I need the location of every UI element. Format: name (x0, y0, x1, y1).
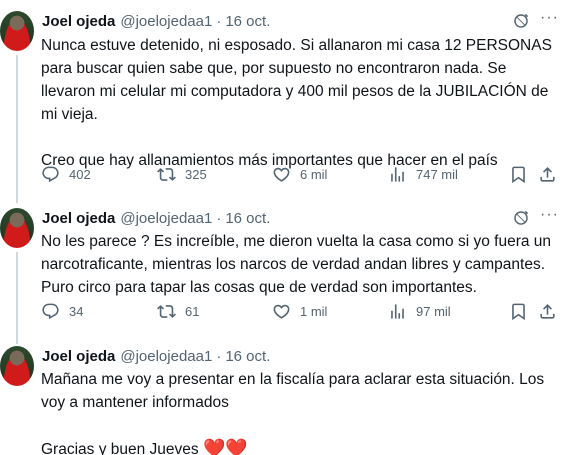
like-button[interactable]: 6 mil (272, 165, 327, 184)
heart-emoji: ❤️❤️ (202, 438, 248, 455)
views-icon (388, 165, 407, 184)
tweet-header: Joel ojeda @joelojedaa1 · 16 oct. (42, 346, 270, 366)
bookmark-button[interactable] (509, 165, 528, 184)
retweet-button[interactable]: 325 (157, 165, 207, 184)
share-icon (538, 302, 557, 321)
heart-icon (272, 165, 291, 184)
avatar[interactable] (0, 346, 34, 386)
views-button[interactable]: 747 mil (388, 165, 458, 184)
more-icon[interactable]: ··· (540, 207, 558, 226)
more-icon[interactable]: ··· (540, 10, 558, 29)
separator-dot: · (216, 209, 222, 227)
author-handle[interactable]: @joelojedaa1 (120, 13, 212, 30)
views-icon (388, 302, 407, 321)
views-button[interactable]: 97 mil (388, 302, 451, 321)
tweet-date[interactable]: 16 oct. (225, 13, 270, 30)
tweet-text: No les parece ? Es increíble, me dieron … (41, 230, 553, 299)
tweet-paragraph: Gracias y buen Jueves ❤️❤️ (41, 437, 553, 455)
tweet-header: Joel ojeda @joelojedaa1 · 16 oct. (42, 11, 270, 31)
grok-icon[interactable] (512, 12, 530, 30)
share-button[interactable] (538, 302, 557, 321)
grok-icon[interactable] (512, 209, 530, 227)
reply-count: 34 (69, 304, 84, 319)
views-count: 97 mil (416, 304, 451, 319)
tweet[interactable]: Joel ojeda @joelojedaa1 · 16 oct. ··· No… (0, 200, 572, 344)
reply-count: 402 (69, 167, 91, 182)
share-icon (538, 165, 557, 184)
author-handle[interactable]: @joelojedaa1 (120, 210, 212, 227)
thread-line (16, 252, 18, 344)
author-name[interactable]: Joel ojeda (42, 13, 115, 30)
avatar[interactable] (0, 11, 34, 51)
tweet-text: Mañana me voy a presentar en la fiscalía… (41, 368, 553, 455)
tweet-paragraph: Mañana me voy a presentar en la fiscalía… (41, 371, 545, 411)
bookmark-button[interactable] (509, 302, 528, 321)
retweet-icon (157, 165, 176, 184)
tweet-paragraph: Nunca estuve detenido, ni esposado. Si a… (41, 37, 552, 123)
author-handle[interactable]: @joelojedaa1 (120, 348, 212, 365)
heart-icon (272, 302, 291, 321)
closing-text: Gracias y buen Jueves (41, 441, 199, 455)
author-name[interactable]: Joel ojeda (42, 348, 115, 365)
separator-dot: · (216, 12, 222, 30)
tweet-paragraph: No les parece ? Es increíble, me dieron … (41, 233, 552, 296)
like-button[interactable]: 1 mil (272, 302, 327, 321)
reply-button[interactable]: 402 (41, 165, 91, 184)
bookmark-icon (509, 302, 528, 321)
tweet-date[interactable]: 16 oct. (225, 348, 270, 365)
like-count: 1 mil (300, 304, 328, 319)
views-count: 747 mil (416, 167, 458, 182)
retweet-count: 61 (185, 304, 200, 319)
author-name[interactable]: Joel ojeda (42, 210, 115, 227)
retweet-button[interactable]: 61 (157, 302, 199, 321)
tweet-text: Nunca estuve detenido, ni esposado. Si a… (41, 34, 553, 172)
tweet[interactable]: Joel ojeda @joelojedaa1 · 16 oct. Mañana… (0, 340, 572, 455)
avatar[interactable] (0, 208, 34, 248)
action-bar: 402 325 6 mil 747 mil (41, 165, 561, 185)
retweet-icon (157, 302, 176, 321)
tweet-header: Joel ojeda @joelojedaa1 · 16 oct. (42, 208, 270, 228)
like-count: 6 mil (300, 167, 328, 182)
separator-dot: · (216, 347, 222, 365)
action-bar: 34 61 1 mil 97 mil (41, 302, 561, 322)
reply-icon (41, 302, 60, 321)
tweet[interactable]: Joel ojeda @joelojedaa1 · 16 oct. ··· Nu… (0, 0, 572, 203)
share-button[interactable] (538, 165, 557, 184)
bookmark-icon (509, 165, 528, 184)
tweet-date[interactable]: 16 oct. (225, 210, 270, 227)
thread-line (16, 55, 18, 203)
reply-icon (41, 165, 60, 184)
retweet-count: 325 (185, 167, 207, 182)
reply-button[interactable]: 34 (41, 302, 83, 321)
